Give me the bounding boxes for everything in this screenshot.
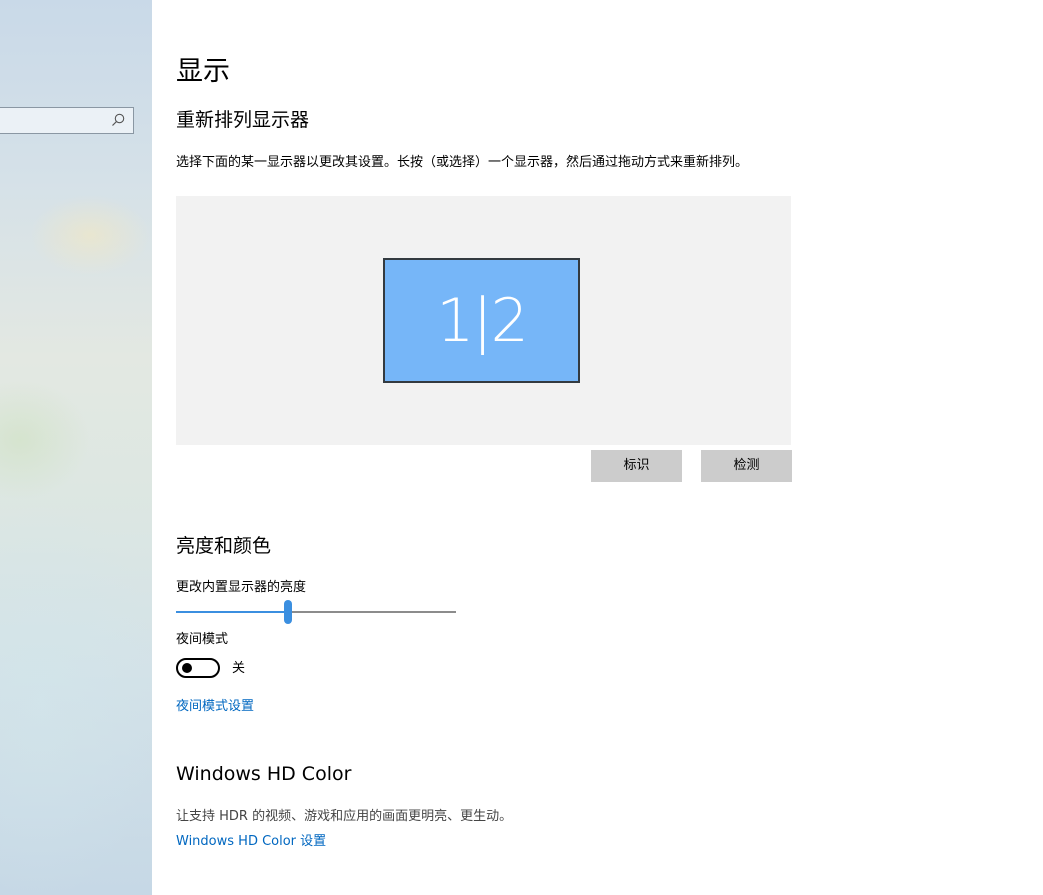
brightness-slider-label: 更改内置显示器的亮度 (176, 580, 307, 595)
night-light-toggle[interactable] (176, 658, 220, 678)
monitor-number: 1|2 (436, 285, 529, 356)
sidebar (0, 0, 152, 895)
display-arrangement-area[interactable]: 1|2 (176, 196, 791, 445)
hdr-settings-link[interactable]: Windows HD Color 设置 (176, 833, 326, 851)
hdr-heading: Windows HD Color (176, 763, 352, 785)
night-light-state: 关 (232, 661, 246, 676)
rearrange-heading: 重新排列显示器 (176, 109, 310, 131)
toggle-knob (182, 663, 192, 673)
hdr-description: 让支持 HDR 的视频、游戏和应用的画面更明亮、更生动。 (176, 809, 513, 824)
brightness-heading: 亮度和颜色 (176, 535, 272, 557)
search-icon[interactable] (110, 112, 126, 128)
page-title: 显示 (176, 56, 230, 87)
main-content: 显示 重新排列显示器 选择下面的某一显示器以更改其设置。长按（或选择）一个显示器… (152, 0, 1043, 895)
monitor-tile[interactable]: 1|2 (383, 258, 580, 383)
night-light-settings-link[interactable]: 夜间模式设置 (176, 698, 254, 716)
slider-thumb[interactable] (284, 600, 292, 624)
slider-fill (176, 611, 288, 613)
rearrange-description: 选择下面的某一显示器以更改其设置。长按（或选择）一个显示器，然后通过拖动方式来重… (176, 155, 749, 170)
brightness-slider[interactable] (176, 598, 456, 624)
night-light-label: 夜间模式 (176, 632, 229, 647)
identify-button[interactable]: 标识 (591, 450, 682, 482)
search-input[interactable] (0, 107, 134, 134)
detect-button[interactable]: 检测 (701, 450, 792, 482)
